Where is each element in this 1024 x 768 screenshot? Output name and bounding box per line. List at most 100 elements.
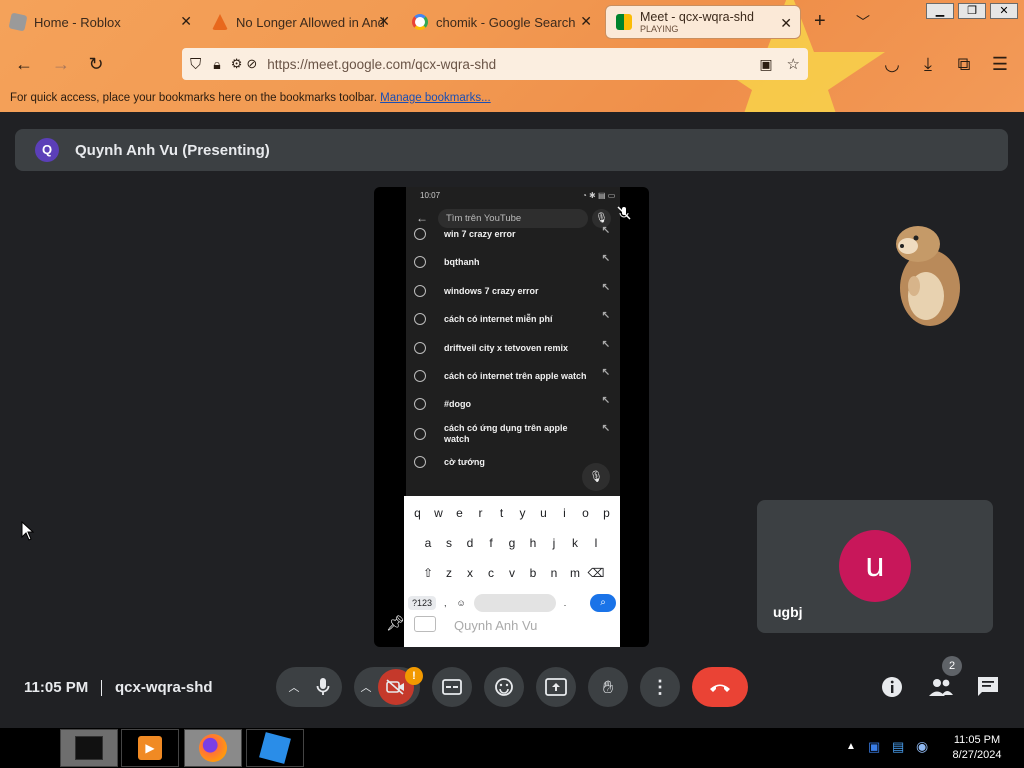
camera-blocked-icon[interactable]: ⊘ (246, 56, 257, 72)
minimize-button[interactable]: ▁ (926, 3, 954, 19)
close-tab-icon[interactable]: ✕ (780, 15, 792, 32)
warning-icon (212, 14, 228, 30)
reactions-button[interactable] (484, 667, 524, 707)
suggestion-item: win 7 crazy error ↖ (414, 221, 614, 247)
tab-title: No Longer Allowed in And (236, 14, 385, 30)
hand-icon[interactable]: ✋︎ (603, 677, 613, 698)
leave-call-button[interactable] (692, 667, 748, 707)
picture-in-picture-icon[interactable]: ▣ (759, 56, 772, 73)
tab-meet[interactable]: Meet - qcx-wqra-shd PLAYING ✕ (605, 5, 801, 39)
keyboard-row-3: ⇧ z x c vbnm ⌫ (404, 566, 620, 580)
emoji-icon[interactable] (494, 677, 514, 697)
presenting-banner: Q Quynh Anh Vu (Presenting) (15, 129, 1008, 171)
menu-icon[interactable]: ☰ (988, 52, 1012, 76)
reload-icon[interactable]: ↻ (84, 52, 108, 76)
pin-icon[interactable]: 📌︎ (386, 614, 405, 632)
insert-arrow-icon: ↖ (601, 225, 610, 236)
taskbar-clock[interactable]: 11:05 PM 8/27/2024 (944, 733, 1010, 763)
close-tab-icon[interactable]: ✕ (180, 13, 192, 30)
key: n (550, 566, 558, 580)
permissions-icon[interactable]: ⚙ (231, 56, 243, 72)
back-arrow-icon[interactable]: ← (12, 52, 36, 76)
restore-button[interactable]: ❐ (958, 3, 986, 19)
tab-no-longer-allowed[interactable]: No Longer Allowed in And ✕ (202, 4, 398, 40)
taskbar-media-player[interactable]: ▶ (121, 729, 179, 767)
people-count-badge: 2 (942, 656, 962, 676)
history-icon (414, 256, 426, 268)
insert-arrow-icon: ↖ (601, 310, 610, 321)
audio-options-chevron-icon[interactable]: ︿ (289, 679, 300, 695)
url-text[interactable]: https://meet.google.com/qcx-wqra-shd (267, 57, 496, 72)
present-screen-button[interactable] (536, 667, 576, 707)
shift-key-icon: ⇧ (422, 566, 434, 580)
taskbar-roblox[interactable] (246, 729, 304, 767)
taskbar-terminal[interactable] (60, 729, 118, 767)
history-icon (414, 428, 426, 440)
key: m (570, 566, 580, 580)
suggestion-text: cách có internet trên apple watch (444, 371, 587, 381)
key: k (572, 536, 578, 550)
close-tab-icon[interactable]: ✕ (580, 13, 592, 30)
close-window-button[interactable]: ✕ (990, 3, 1018, 19)
bookmark-star-icon[interactable]: ☆ (787, 55, 800, 73)
tab-title: Home - Roblox (34, 14, 121, 30)
close-tab-icon[interactable]: ✕ (378, 13, 390, 30)
extensions-icon[interactable]: ⧉ (952, 52, 976, 76)
address-bar[interactable]: ⛉ 🔒︎ ⚙ ⊘ https://meet.google.com/qcx-wqr… (182, 48, 808, 80)
microphone-control[interactable]: ︿ (276, 667, 342, 707)
pocket-icon[interactable]: ◡ (880, 52, 904, 76)
microphone-icon[interactable] (316, 677, 330, 697)
comma-key: , (444, 598, 447, 608)
tray-app-icon[interactable]: ▣ (868, 739, 880, 755)
key: g (508, 536, 516, 550)
people-icon[interactable] (928, 675, 954, 701)
captions-icon[interactable] (442, 679, 462, 695)
downloads-icon[interactable]: ⤓ (916, 52, 940, 76)
phone-keyboard: qwe r t yu i op asd f gh j k l ⇧ z x c vbnm ⌫ ?123 , … (404, 496, 620, 647)
emoji-key-icon: ☺ (456, 598, 466, 608)
tab-roblox[interactable]: Home - Roblox ✕ (0, 4, 200, 40)
video-options-chevron-icon[interactable]: ︿ (361, 679, 372, 695)
raise-hand-button[interactable]: ✋︎ (588, 667, 628, 707)
presenter-label: Quynh Anh Vu (Presenting) (75, 141, 270, 159)
suggestion-item: bqthanh ↖ (414, 249, 614, 275)
insert-arrow-icon: ↖ (601, 282, 610, 293)
keyboard-row-1: qwe r t yu i op (404, 506, 620, 520)
insert-arrow-icon: ↖ (601, 339, 610, 350)
captions-button[interactable] (432, 667, 472, 707)
forward-arrow-icon[interactable]: → (49, 52, 73, 76)
tray-volume-icon[interactable]: ◉ (916, 738, 928, 755)
tab-google-search[interactable]: chomik - Google Search ✕ (402, 4, 600, 40)
present-icon[interactable] (545, 678, 567, 696)
meeting-details-icon[interactable] (880, 675, 906, 701)
presentation-stage[interactable]: 10:07 ◔ ✱ ▤ ▭ ← Tìm trên YouTube 🎙︎ win … (374, 187, 649, 647)
media-player-icon: ▶ (138, 736, 162, 760)
key: w (434, 506, 443, 520)
divider (101, 680, 102, 696)
firefox-icon (199, 734, 227, 762)
more-vert-icon[interactable]: ⋮ (651, 678, 669, 696)
participant-tile[interactable]: u ugbj (757, 500, 993, 633)
keyboard-switch-icon (414, 616, 436, 632)
presenter-watermark: Quynh Anh Vu (454, 618, 538, 633)
new-tab-button[interactable]: + (814, 10, 826, 33)
history-icon (414, 313, 426, 325)
tray-expand-icon[interactable]: ▲ (846, 741, 856, 752)
backspace-key-icon: ⌫ (587, 566, 605, 580)
camera-alert-badge[interactable]: ! (405, 667, 423, 685)
bookmarks-hint: For quick access, place your bookmarks h… (10, 92, 377, 104)
shield-icon[interactable]: ⛉ (190, 56, 201, 73)
tab-list-chevron-icon[interactable]: ﹀ (856, 12, 870, 32)
tray-network-icon[interactable]: ▤ (892, 739, 904, 755)
end-call-icon[interactable] (708, 681, 732, 693)
taskbar-date: 8/27/2024 (952, 749, 1002, 761)
suggestion-item: cách có internet miễn phí ↖ (414, 306, 614, 332)
suggestion-text: driftveil city x tetvoven remix (444, 343, 569, 353)
key: q (414, 506, 421, 520)
more-options-button[interactable]: ⋮ (640, 667, 680, 707)
chat-icon[interactable] (976, 675, 1002, 701)
lock-icon[interactable]: 🔒︎ (213, 56, 220, 73)
manage-bookmarks-link[interactable]: Manage bookmarks... (380, 92, 491, 104)
taskbar-firefox[interactable] (184, 729, 242, 767)
key: f (489, 536, 493, 550)
